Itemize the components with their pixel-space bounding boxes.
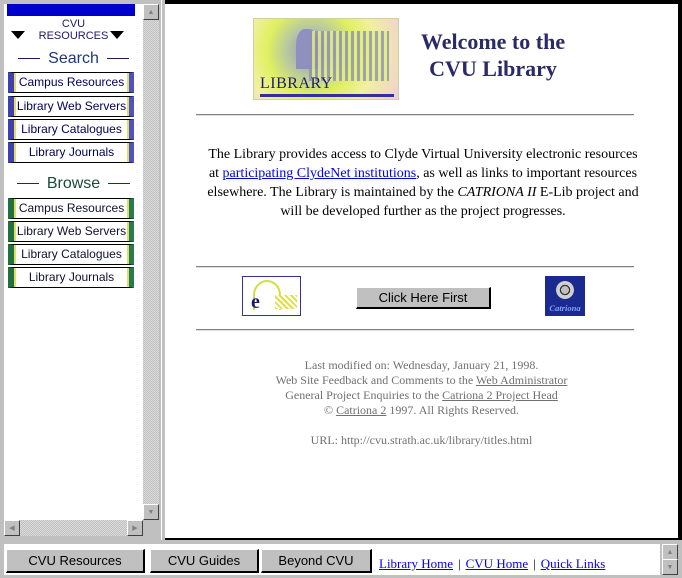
divider-line [196, 329, 634, 331]
browse-library-catalogues-button[interactable]: Library Catalogues [8, 244, 134, 265]
sidebar-content: CVU RESOURCES Search Campus Resources Li… [4, 4, 143, 520]
page-footer: Last modified on: Wednesday, January 21,… [165, 358, 678, 448]
last-modified-text: Last modified on: Wednesday, January 21,… [304, 358, 539, 372]
sidebar-vertical-scrollbar[interactable]: ▲ ▼ [143, 4, 159, 520]
feedback-line: Web Site Feedback and Comments to the We… [165, 373, 678, 388]
cvu-guides-button[interactable]: CVU Guides [150, 549, 259, 573]
elib-pattern-shape [275, 295, 297, 309]
copyright-icon: © [323, 403, 334, 417]
scroll-down-arrow-icon[interactable]: ▼ [662, 559, 678, 575]
search-section-heading: Search [4, 50, 143, 68]
browse-campus-resources-button[interactable]: Campus Resources [8, 198, 134, 219]
cvu-resources-button[interactable]: CVU Resources [6, 549, 145, 573]
heading-line-2: RESOURCES [38, 30, 109, 42]
scroll-right-arrow-icon[interactable]: ▶ [127, 520, 143, 536]
elib-logo-letter: e [251, 291, 260, 313]
browse-heading-label: Browse [46, 175, 101, 192]
cvu-home-link[interactable]: CVU Home [466, 556, 528, 571]
dash-icon [106, 58, 129, 60]
intro-paragraph: The Library provides access to Clyde Vir… [205, 145, 641, 221]
search-heading-label: Search [48, 50, 99, 67]
catriona-logo-link[interactable]: Catriona [545, 276, 585, 316]
enquiries-line: General Project Enquiries to the Catrion… [165, 388, 678, 403]
divider-line [196, 266, 634, 268]
search-library-catalogues-button[interactable]: Library Catalogues [8, 119, 134, 140]
dash-icon [16, 183, 39, 185]
enquiries-text: General Project Enquiries to the [285, 388, 443, 402]
library-home-link[interactable]: Library Home [379, 556, 453, 571]
left-navigation-frame: CVU RESOURCES Search Campus Resources Li… [0, 0, 161, 540]
sidebar-top-bar [7, 4, 135, 16]
scroll-up-arrow-icon[interactable]: ▲ [143, 4, 159, 20]
page-url-text: URL: http://cvu.strath.ac.uk/library/tit… [310, 433, 533, 447]
web-administrator-link[interactable]: Web Administrator [476, 373, 567, 387]
copyright-line: © Catriona 2 1997. All Rights Reserved. [165, 403, 678, 418]
main-content-frame: LIBRARY Welcome to the CVU Library The L… [165, 4, 678, 538]
cvu-resources-heading: CVU RESOURCES [4, 18, 143, 42]
link-separator: | [533, 556, 536, 571]
dash-icon [18, 58, 41, 60]
beyond-cvu-button[interactable]: Beyond CVU [261, 549, 372, 573]
search-library-web-servers-button[interactable]: Library Web Servers [8, 96, 134, 117]
scroll-down-arrow-icon[interactable]: ▼ [143, 504, 159, 520]
link-separator: | [458, 556, 461, 571]
copyright-text: 1997. All Rights Reserved. [386, 403, 520, 417]
search-campus-resources-button[interactable]: Campus Resources [8, 72, 134, 93]
browse-library-journals-button[interactable]: Library Journals [8, 267, 134, 288]
logo-underline [260, 94, 394, 97]
participating-institutions-link[interactable]: participating ClydeNet institutions [223, 166, 417, 181]
catriona-logo-text: Catriona [549, 303, 581, 313]
scroll-up-arrow-icon[interactable]: ▲ [662, 544, 678, 560]
project-head-link[interactable]: Catriona 2 Project Head [442, 388, 558, 402]
search-library-journals-button[interactable]: Library Journals [8, 142, 134, 163]
click-here-first-button[interactable]: Click Here First [356, 287, 491, 309]
catriona-ii-text: CATRIONA II [457, 185, 537, 200]
title-line-2: CVU Library [429, 56, 557, 81]
bottom-links: Library Home | CVU Home | Quick Links [379, 556, 605, 572]
catriona-seal-icon [556, 281, 574, 299]
bottom-vertical-scrollbar[interactable]: ▲ ▼ [662, 544, 678, 575]
scroll-left-arrow-icon[interactable]: ◀ [4, 520, 20, 536]
browse-library-web-servers-button[interactable]: Library Web Servers [8, 221, 134, 242]
divider-line [196, 114, 634, 116]
dash-icon [108, 183, 131, 185]
scrollbar-corner [143, 520, 159, 536]
elib-logo-link[interactable]: e [242, 276, 301, 316]
page-title: Welcome to the CVU Library [400, 28, 586, 82]
library-pillars-shape [309, 31, 389, 81]
library-logo-text: LIBRARY [260, 75, 333, 92]
title-line-1: Welcome to the [420, 29, 566, 54]
sidebar-horizontal-scrollbar[interactable]: ◀ ▶ [4, 520, 143, 536]
heading-line-1: CVU [61, 18, 86, 30]
bottom-navigation-frame: CVU Resources CVU Guides Beyond CVU Libr… [0, 540, 682, 578]
quick-links-link[interactable]: Quick Links [541, 556, 606, 571]
feedback-text: Web Site Feedback and Comments to the [275, 373, 477, 387]
catriona-2-link[interactable]: Catriona 2 [336, 403, 386, 417]
browse-section-heading: Browse [4, 175, 143, 193]
bottom-nav-content: CVU Resources CVU Guides Beyond CVU Libr… [4, 544, 660, 575]
library-logo-image: LIBRARY [253, 18, 399, 100]
